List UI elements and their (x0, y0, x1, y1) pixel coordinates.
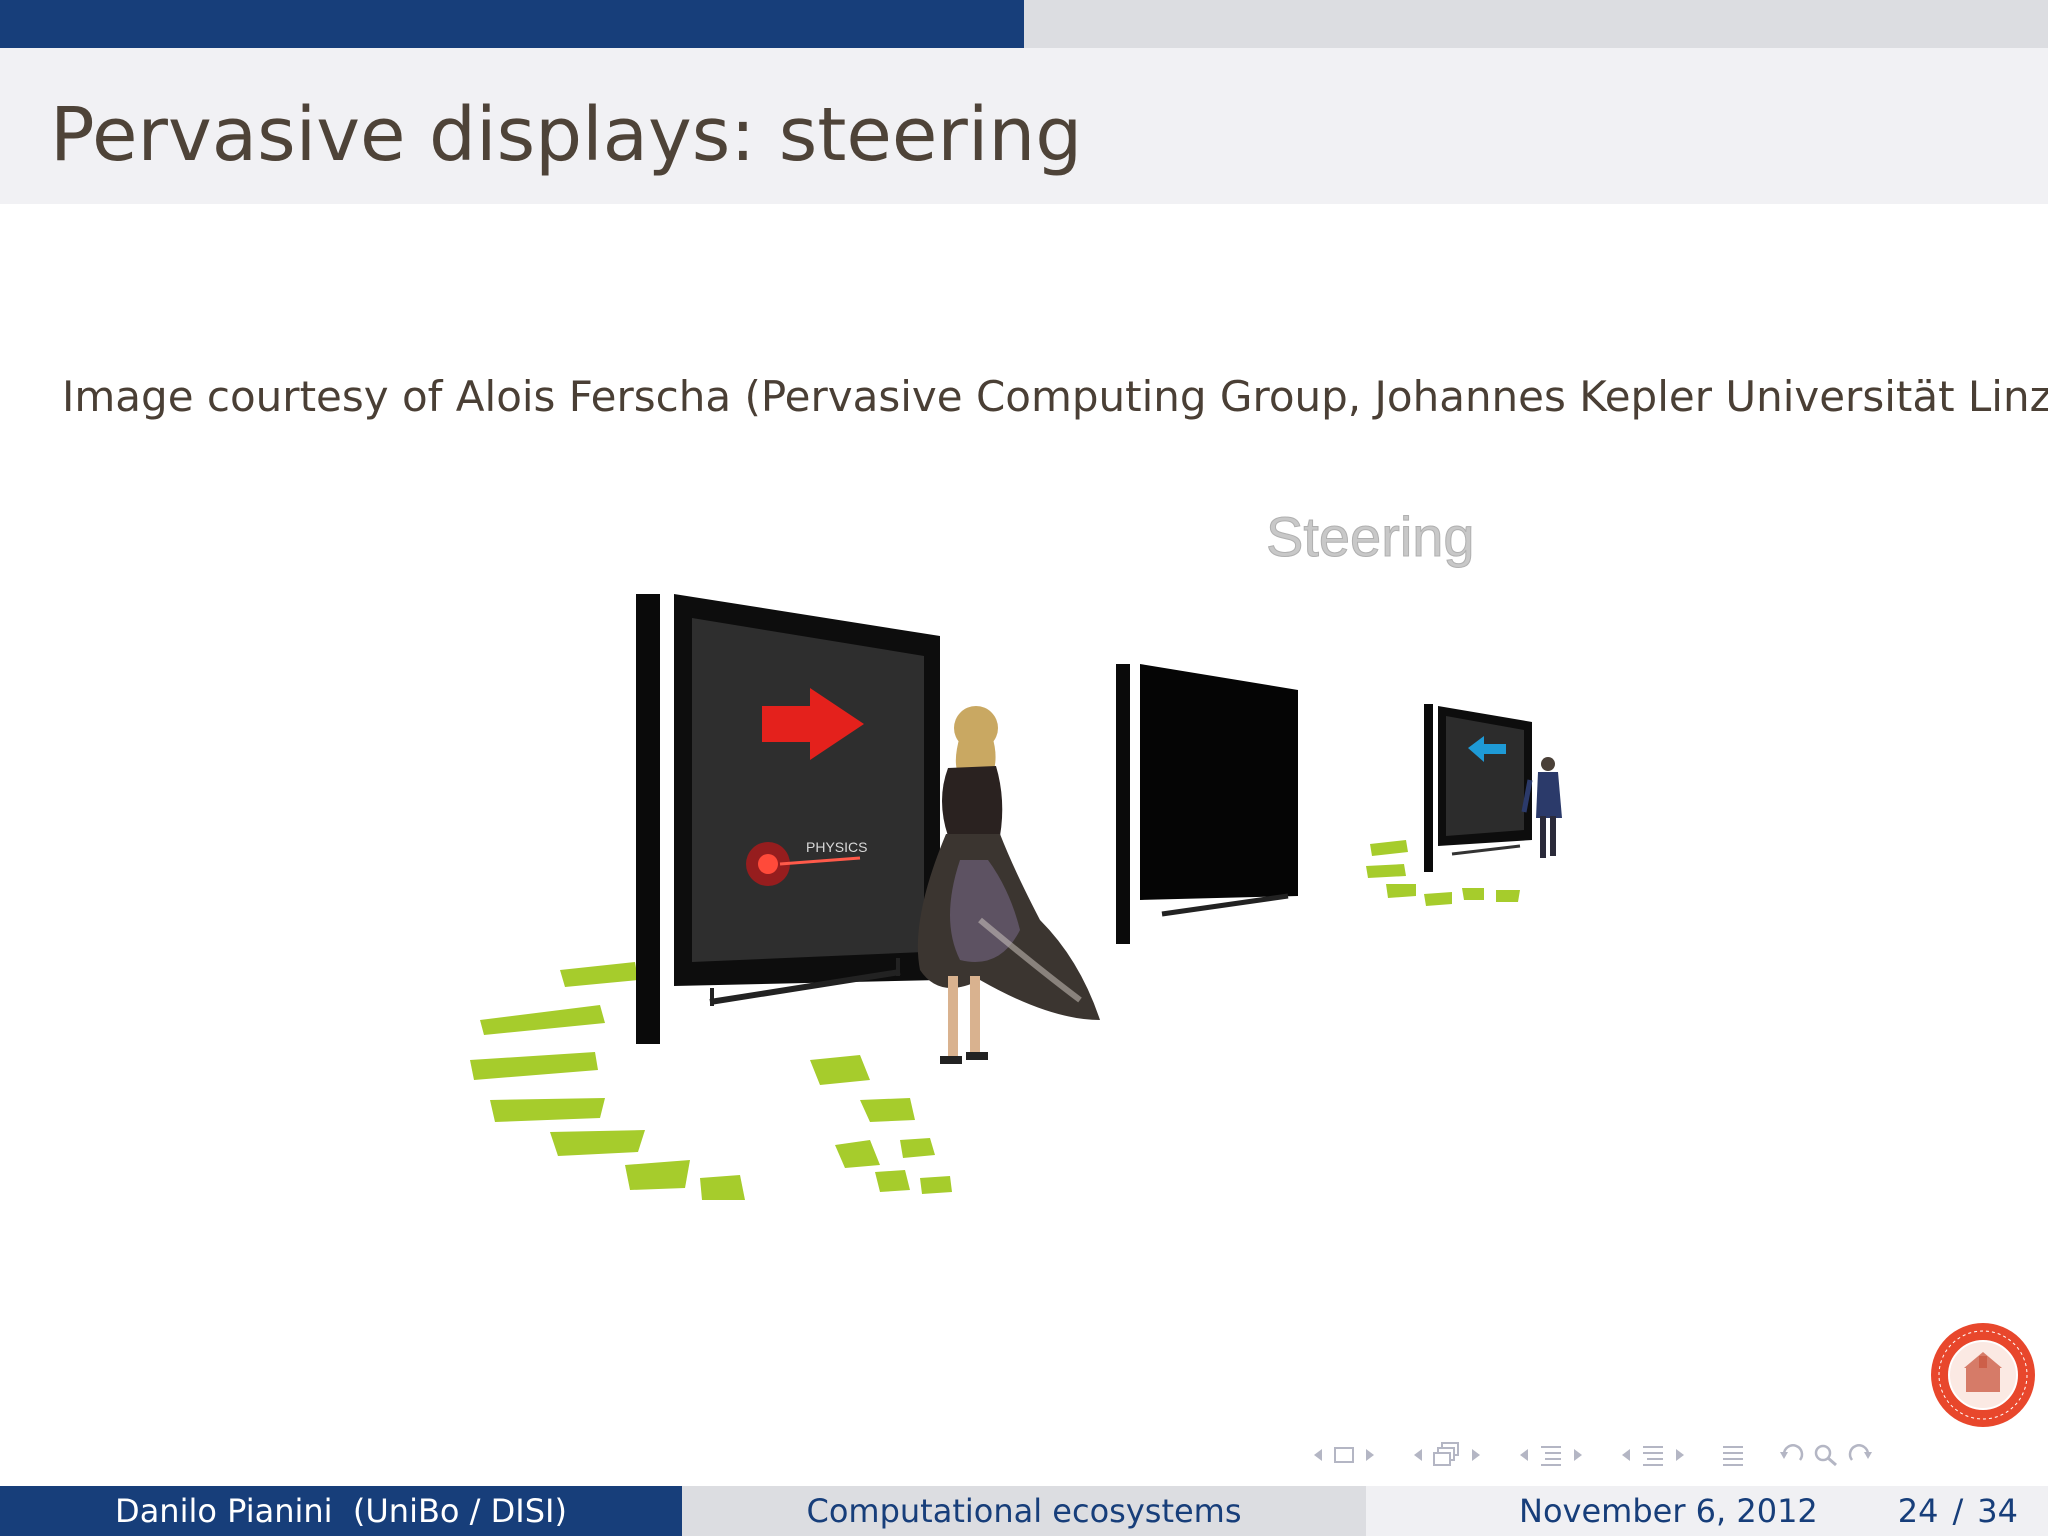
display-near: PHYSICS (636, 594, 940, 1044)
page-separator: / (1952, 1492, 1964, 1530)
university-seal-logo (1931, 1323, 2035, 1427)
frame-title: Pervasive displays: steering (50, 92, 1083, 178)
footer-author: Danilo Pianini (UniBo / DISI) (0, 1486, 682, 1536)
walking-woman (917, 706, 1100, 1064)
nav-undo-icon[interactable] (1778, 1442, 1806, 1468)
nav-prev-slide-icon[interactable] (1410, 1443, 1426, 1467)
nav-section-icon[interactable] (1538, 1442, 1564, 1468)
progress-fill (0, 0, 1024, 48)
beamer-navigation (1310, 1438, 1874, 1472)
nav-frame-icon[interactable] (1332, 1443, 1356, 1467)
nav-next-subsection-icon[interactable] (1672, 1443, 1688, 1467)
footer-talk-title-text: Computational ecosystems (806, 1492, 1242, 1530)
nav-next-slide-icon[interactable] (1468, 1443, 1484, 1467)
footer-author-text: Danilo Pianini (UniBo / DISI) (115, 1492, 567, 1530)
nav-prev-subsection-icon[interactable] (1618, 1443, 1634, 1467)
nav-prev-frame-icon[interactable] (1310, 1443, 1326, 1467)
nav-next-frame-icon[interactable] (1362, 1443, 1378, 1467)
nav-next-section-icon[interactable] (1570, 1443, 1586, 1467)
floor-marks-left (470, 962, 745, 1200)
nav-slide-icon[interactable] (1432, 1441, 1462, 1469)
nav-prev-section-icon[interactable] (1516, 1443, 1532, 1467)
nav-redo-icon[interactable] (1846, 1442, 1874, 1468)
footer-date-page: November 6, 2012 24 / 34 (1366, 1486, 2048, 1536)
steering-label: Steering (1266, 505, 1475, 568)
nav-subsection-icon[interactable] (1640, 1442, 1666, 1468)
page-current: 24 (1897, 1492, 1939, 1530)
display-far (1424, 704, 1532, 872)
nav-search-icon[interactable] (1812, 1442, 1840, 1468)
steering-illustration: Steering PHYSICS (470, 505, 1562, 1200)
page-number: 24 / 34 (1898, 1492, 2018, 1530)
display-physics-text: PHYSICS (806, 839, 867, 855)
nav-toc-icon[interactable] (1720, 1442, 1746, 1468)
image-caption: Image courtesy of Alois Ferscha (Pervasi… (62, 372, 2048, 421)
footer-talk-title: Computational ecosystems (682, 1486, 1366, 1536)
page-total: 34 (1977, 1492, 2018, 1530)
footer: Danilo Pianini (UniBo / DISI) Computatio… (0, 1486, 2048, 1536)
floor-marks-walker (810, 1055, 952, 1194)
footer-date: November 6, 2012 (1519, 1492, 1818, 1530)
progress-track (0, 0, 2048, 48)
display-middle (1116, 664, 1298, 944)
